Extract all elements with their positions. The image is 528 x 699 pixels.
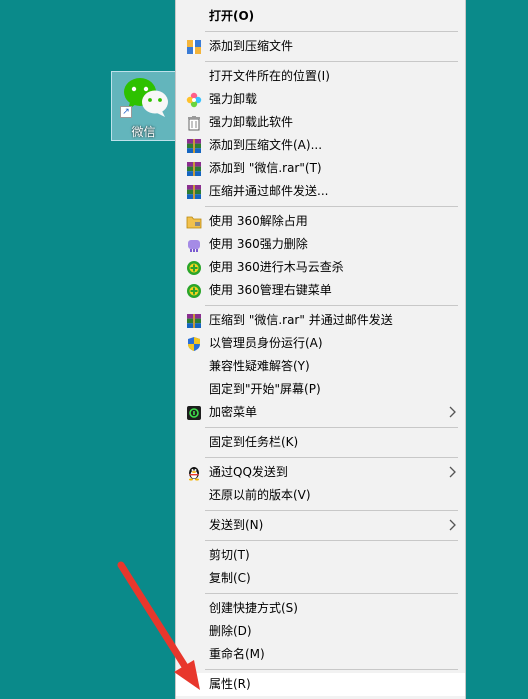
archive-blue-icon <box>185 38 203 56</box>
menu-item-add-to-archive[interactable]: 添加到压缩文件 <box>176 35 465 58</box>
menu-item-copy[interactable]: 复制(C) <box>176 567 465 590</box>
menu-item-compatibility-troubleshoot[interactable]: 兼容性疑难解答(Y) <box>176 355 465 378</box>
winrar-icon <box>185 160 203 178</box>
menu-item-cut[interactable]: 剪切(T) <box>176 544 465 567</box>
menu-item-add-to-archive-a[interactable]: 添加到压缩文件(A)... <box>176 134 465 157</box>
menu-item-force-uninstall[interactable]: 强力卸载 <box>176 88 465 111</box>
360-plus-icon <box>185 259 203 277</box>
menu-item-delete[interactable]: 删除(D) <box>176 620 465 643</box>
menu-item-compress-and-email[interactable]: 压缩并通过邮件发送... <box>176 180 465 203</box>
menu-item-add-to-wechat-rar[interactable]: 添加到 "微信.rar"(T) <box>176 157 465 180</box>
menu-item-360-unlock[interactable]: 使用 360解除占用 <box>176 210 465 233</box>
winrar-icon <box>185 137 203 155</box>
menu-separator <box>205 510 458 511</box>
desktop-icon-label: 微信 <box>131 125 156 139</box>
360-plus-icon <box>185 282 203 300</box>
wechat-desktop-shortcut[interactable]: ↗ 微信 <box>111 71 176 141</box>
menu-item-360-force-delete[interactable]: 使用 360强力删除 <box>176 233 465 256</box>
menu-item-rename[interactable]: 重命名(M) <box>176 643 465 666</box>
qq-penguin-icon <box>185 464 203 482</box>
winrar-icon <box>185 183 203 201</box>
menu-separator <box>205 61 458 62</box>
menu-item-open[interactable]: 打开(O) <box>176 5 465 28</box>
menu-item-pin-to-start[interactable]: 固定到"开始"屏幕(P) <box>176 378 465 401</box>
menu-item-send-via-qq[interactable]: 通过QQ发送到 <box>176 461 465 484</box>
purple-shredder-icon <box>185 236 203 254</box>
context-menu: 打开(O) 添加到压缩文件 打开文件所在的位置(I) 强力卸载 强力卸载此软件 … <box>175 0 466 699</box>
menu-item-run-as-admin[interactable]: 以管理员身份运行(A) <box>176 332 465 355</box>
encrypt-icon <box>185 404 203 422</box>
menu-item-compress-to-rar-and-email[interactable]: 压缩到 "微信.rar" 并通过邮件发送 <box>176 309 465 332</box>
menu-item-restore-previous-versions[interactable]: 还原以前的版本(V) <box>176 484 465 507</box>
menu-separator <box>205 457 458 458</box>
menu-separator <box>205 427 458 428</box>
menu-item-encrypt-menu[interactable]: 加密菜单 <box>176 401 465 424</box>
menu-separator <box>205 593 458 594</box>
menu-separator <box>205 206 458 207</box>
menu-item-send-to[interactable]: 发送到(N) <box>176 514 465 537</box>
trash-icon <box>185 114 203 132</box>
menu-separator <box>205 305 458 306</box>
menu-separator <box>205 669 458 670</box>
menu-separator <box>205 540 458 541</box>
menu-item-open-file-location[interactable]: 打开文件所在的位置(I) <box>176 65 465 88</box>
chevron-right-icon <box>449 519 456 531</box>
uac-shield-icon <box>185 335 203 353</box>
shortcut-arrow-icon: ↗ <box>120 106 132 118</box>
flower-icon <box>185 91 203 109</box>
winrar-icon <box>185 312 203 330</box>
menu-separator <box>205 31 458 32</box>
menu-item-360-trojan-scan[interactable]: 使用 360进行木马云查杀 <box>176 256 465 279</box>
folder-lock-icon <box>185 213 203 231</box>
menu-item-force-uninstall-software[interactable]: 强力卸载此软件 <box>176 111 465 134</box>
menu-item-create-shortcut[interactable]: 创建快捷方式(S) <box>176 597 465 620</box>
menu-item-360-manage-context-menu[interactable]: 使用 360管理右键菜单 <box>176 279 465 302</box>
menu-item-pin-to-taskbar[interactable]: 固定到任务栏(K) <box>176 431 465 454</box>
menu-item-properties[interactable]: 属性(R) <box>176 673 465 696</box>
chevron-right-icon <box>449 406 456 418</box>
chevron-right-icon <box>449 466 456 478</box>
